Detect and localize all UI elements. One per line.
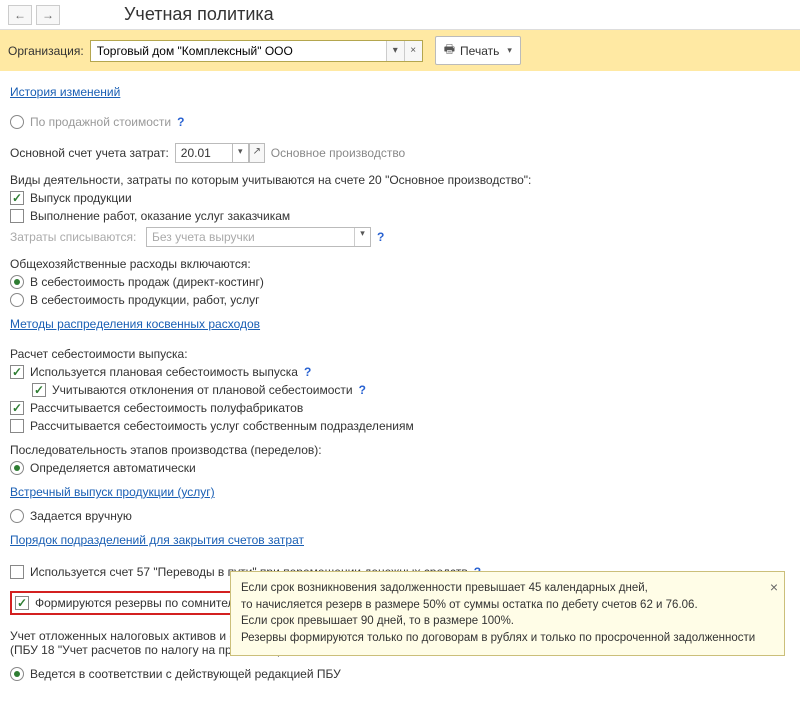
writeoff-label: Затраты списываются:	[10, 230, 140, 244]
stages-auto-radio[interactable]	[10, 461, 24, 475]
overhead-cost-radio[interactable]	[10, 293, 24, 307]
subdivisions-order-link[interactable]: Порядок подразделений для закрытия счето…	[10, 533, 304, 547]
tooltip-line: Если срок возникновения задолженности пр…	[241, 580, 758, 597]
organization-input[interactable]	[91, 41, 386, 61]
page-title: Учетная политика	[124, 4, 274, 25]
history-link[interactable]: История изменений	[10, 85, 120, 99]
tooltip-line: то начисляется резерв в размере 50% от с…	[241, 597, 758, 614]
main-account-input[interactable]: 20.01	[181, 146, 211, 160]
organization-label: Организация:	[8, 44, 84, 58]
stages-manual-radio[interactable]	[10, 509, 24, 523]
stages-auto-label: Определяется автоматически	[30, 461, 196, 475]
stages-manual-label: Задается вручную	[30, 509, 132, 523]
close-icon[interactable]: ×	[770, 577, 778, 597]
deviations-checkbox[interactable]	[32, 383, 46, 397]
chevron-down-icon: ▾	[507, 45, 512, 56]
organization-dropdown[interactable]: ▾	[386, 41, 404, 61]
pbu-current-label: Ведется в соответствии с действующей ред…	[30, 667, 341, 681]
main-account-dropdown[interactable]: ▾	[233, 143, 249, 163]
semifinished-checkbox[interactable]	[10, 401, 24, 415]
arrow-left-icon: ←	[14, 8, 26, 22]
semifinished-label: Рассчитывается себестоимость полуфабрика…	[30, 401, 303, 415]
overhead-direct-label: В себестоимость продаж (директ-костинг)	[30, 275, 264, 289]
arrow-right-icon: →	[42, 8, 54, 22]
main-account-label: Основной счет учета затрат:	[10, 146, 169, 160]
help-icon[interactable]: ?	[359, 383, 366, 397]
print-button[interactable]: 🖶 Печать ▾	[435, 36, 521, 65]
sale-cost-label: По продажной стоимости	[30, 115, 171, 129]
overhead-label: Общехозяйственные расходы включаются:	[10, 257, 790, 271]
activity-services-checkbox[interactable]	[10, 209, 24, 223]
activities-label: Виды деятельности, затраты по которым уч…	[10, 173, 790, 187]
tooltip-popup: × Если срок возникновения задолженности …	[230, 571, 785, 656]
account57-checkbox[interactable]	[10, 565, 24, 579]
help-icon[interactable]: ?	[377, 230, 384, 244]
counter-output-link[interactable]: Встречный выпуск продукции (услуг)	[10, 485, 215, 499]
tooltip-line: Резервы формируются только по договорам …	[241, 630, 758, 647]
help-icon[interactable]: ?	[304, 365, 311, 379]
tooltip-line: Если срок превышает 90 дней, то в размер…	[241, 613, 758, 630]
printer-icon: 🖶	[444, 40, 455, 61]
own-services-label: Рассчитывается себестоимость услуг собст…	[30, 419, 414, 433]
indirect-methods-link[interactable]: Методы распределения косвенных расходов	[10, 317, 260, 331]
activity-output-checkbox[interactable]	[10, 191, 24, 205]
costing-label: Расчет себестоимости выпуска:	[10, 347, 790, 361]
plan-cost-checkbox[interactable]	[10, 365, 24, 379]
reserves-checkbox[interactable]	[15, 596, 29, 610]
stages-label: Последовательность этапов производства (…	[10, 443, 790, 457]
activity-output-label: Выпуск продукции	[30, 191, 132, 205]
own-services-checkbox[interactable]	[10, 419, 24, 433]
main-account-desc: Основное производство	[271, 146, 405, 160]
writeoff-dropdown[interactable]: ▾	[354, 228, 370, 246]
pbu-current-radio[interactable]	[10, 667, 24, 681]
writeoff-select[interactable]: Без учета выручки	[147, 228, 354, 246]
forward-button[interactable]: →	[36, 5, 60, 25]
activity-services-label: Выполнение работ, оказание услуг заказчи…	[30, 209, 290, 223]
overhead-cost-label: В себестоимость продукции, работ, услуг	[30, 293, 260, 307]
main-account-open[interactable]: ↗	[249, 143, 265, 163]
organization-clear[interactable]: ×	[404, 41, 422, 61]
deviations-label: Учитываются отклонения от плановой себес…	[52, 383, 353, 397]
print-label: Печать	[460, 44, 499, 58]
back-button[interactable]: ←	[8, 5, 32, 25]
sale-cost-radio[interactable]	[10, 115, 24, 129]
plan-cost-label: Используется плановая себестоимость выпу…	[30, 365, 298, 379]
overhead-direct-radio[interactable]	[10, 275, 24, 289]
help-icon[interactable]: ?	[177, 115, 184, 129]
